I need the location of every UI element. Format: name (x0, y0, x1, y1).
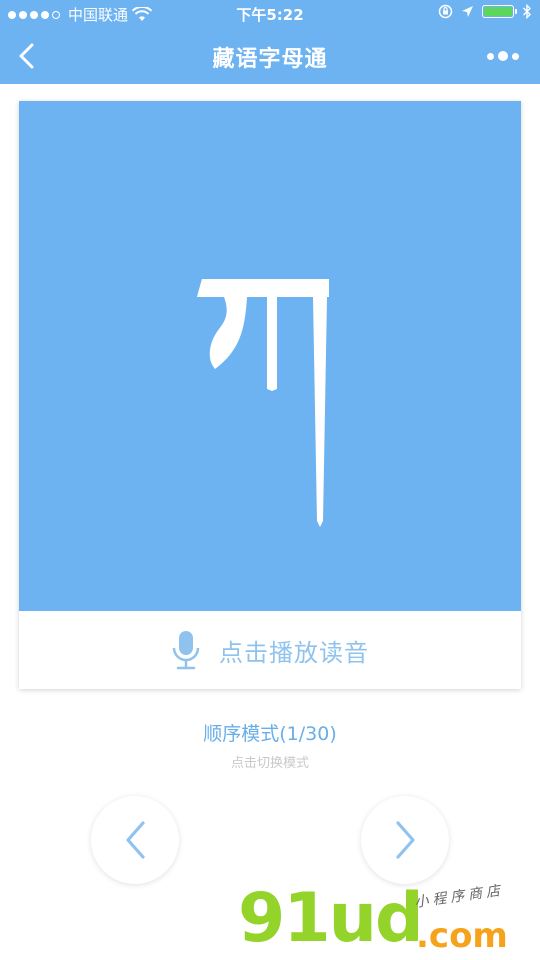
battery-tip (515, 9, 517, 14)
previous-letter-button[interactable] (91, 796, 179, 884)
battery-icon (482, 5, 517, 18)
nav-bar: 藏语字母通 (0, 28, 540, 84)
more-dots-icon (512, 52, 519, 60)
mode-hint: 点击切换模式 (230, 756, 309, 771)
chevron-right-icon (396, 821, 415, 859)
rotation-lock-icon (438, 4, 453, 19)
status-bar: 中国联通 下午5:22 (0, 0, 540, 28)
watermark-subtitle: 小程序商店 (413, 882, 505, 912)
more-button[interactable] (484, 44, 522, 68)
microphone-icon (172, 631, 200, 670)
letter-card: 点击播放读音 (19, 101, 521, 689)
more-dots-icon (498, 51, 508, 61)
battery-fill (484, 7, 512, 16)
play-sound-button[interactable]: 点击播放读音 (19, 611, 521, 689)
mode-toggle[interactable]: 顺序模式(1/30) (0, 719, 540, 746)
letter-display (19, 101, 521, 611)
page-title: 藏语字母通 (212, 47, 328, 72)
bluetooth-icon (523, 4, 531, 19)
header: 中国联通 下午5:22 藏语字母通 (0, 0, 540, 84)
more-dots-icon (487, 52, 494, 60)
watermark-logo: 91ud 小程序商店 .com (238, 880, 538, 958)
next-letter-button[interactable] (361, 796, 449, 884)
play-sound-label: 点击播放读音 (219, 638, 369, 667)
tibetan-letter-glyph (197, 279, 329, 527)
status-right (438, 4, 532, 19)
watermark-domain: .com (416, 916, 508, 956)
chevron-left-icon (126, 821, 145, 859)
location-arrow-icon (462, 6, 473, 17)
watermark-main-text: 91ud (238, 879, 424, 958)
